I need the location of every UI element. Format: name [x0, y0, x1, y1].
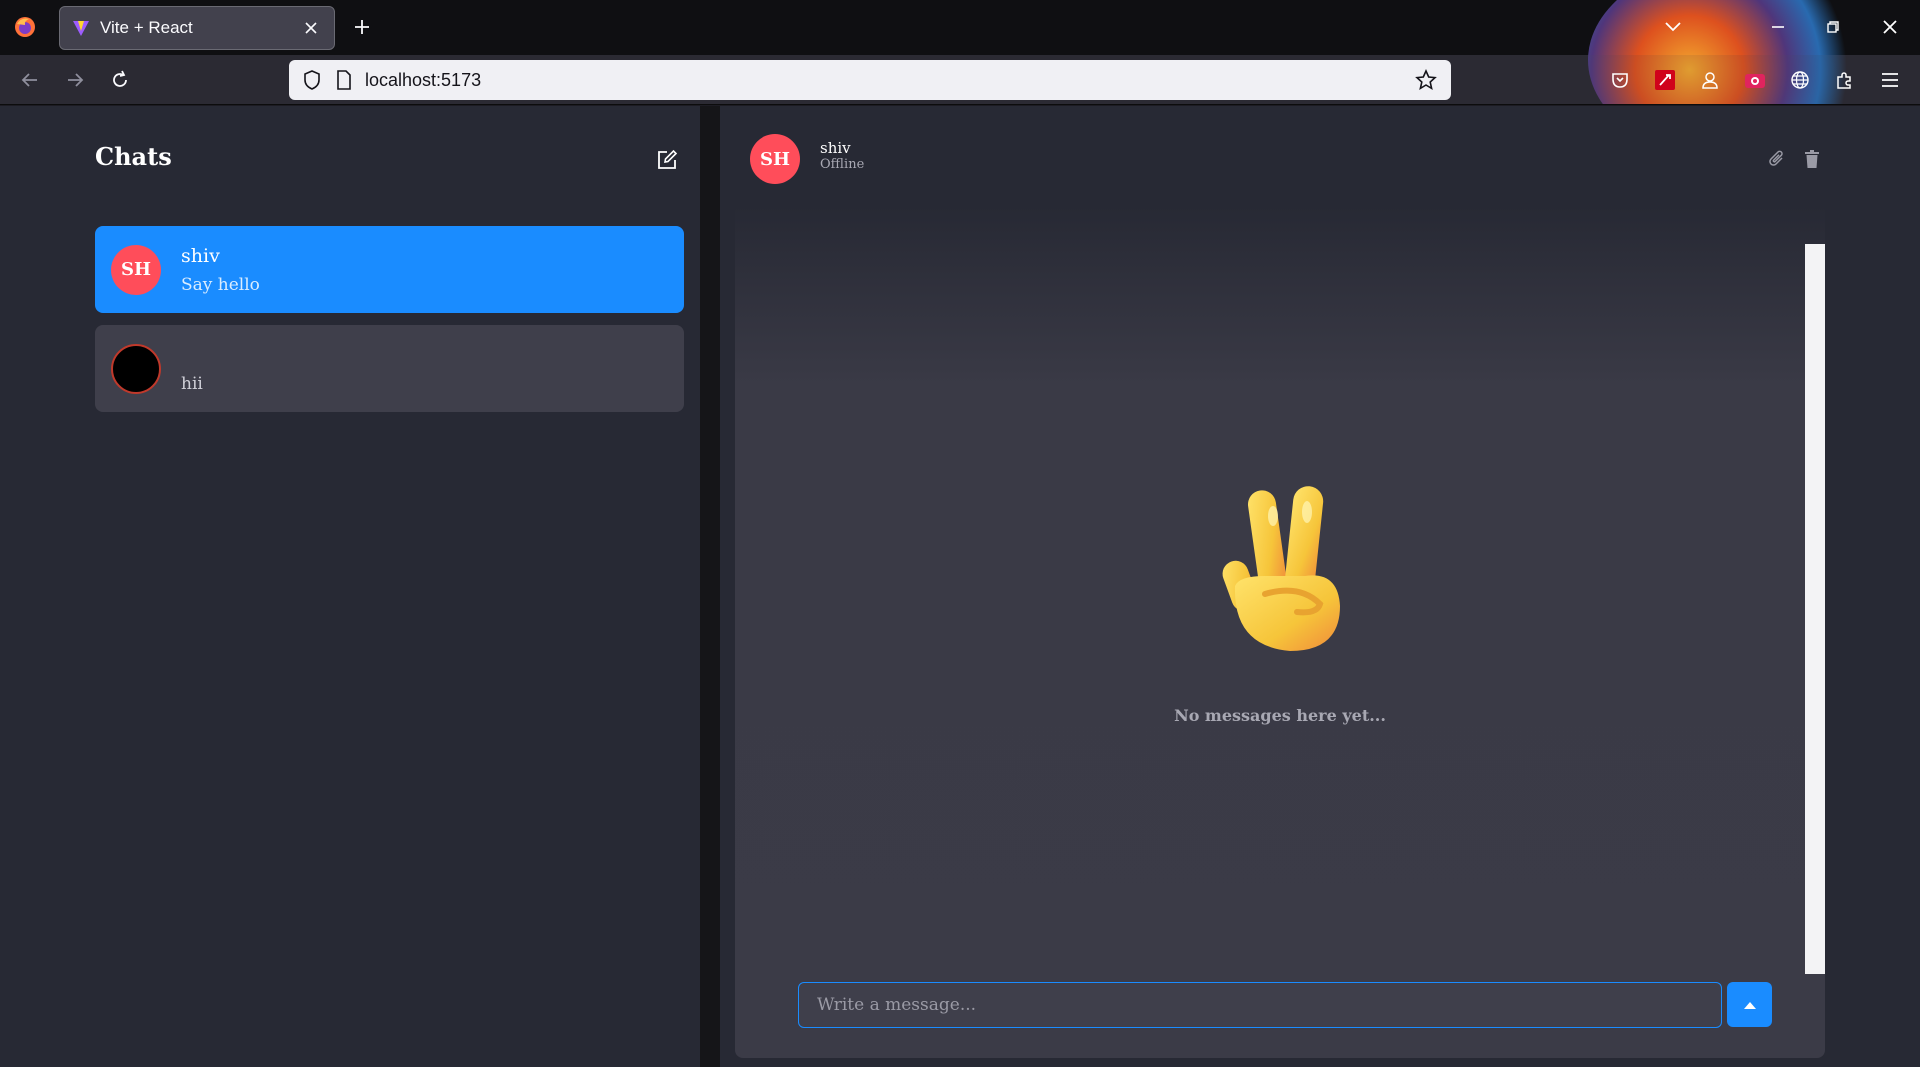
messages-scrollbar[interactable] — [1805, 244, 1825, 974]
screenshot-icon[interactable] — [1742, 67, 1768, 93]
trash-icon[interactable] — [1801, 148, 1823, 170]
panel-divider — [700, 106, 720, 1067]
conversation-panel: SH shiv Offline No messages here yet... … — [735, 106, 1825, 1058]
pocket-icon[interactable] — [1607, 67, 1633, 93]
minimize-button[interactable] — [1760, 12, 1796, 42]
url-text[interactable]: localhost:5173 — [365, 70, 1413, 91]
message-input[interactable] — [798, 982, 1722, 1028]
tab-title: Vite + React — [100, 18, 193, 37]
chats-sidebar: Chats SH shiv Say hello hii — [0, 106, 700, 1067]
page-icon[interactable] — [333, 69, 355, 91]
url-bar[interactable]: localhost:5173 — [289, 60, 1451, 100]
close-tab-icon[interactable] — [300, 17, 322, 39]
empty-state-text: No messages here yet... — [1174, 706, 1386, 725]
contact-status: Offline — [820, 157, 865, 172]
reload-button[interactable] — [104, 64, 136, 96]
list-tabs-chevron-icon[interactable] — [1655, 12, 1691, 42]
new-tab-button[interactable] — [349, 14, 375, 40]
chat-list-item[interactable]: hii — [95, 325, 684, 412]
close-window-button[interactable] — [1872, 12, 1908, 42]
paperclip-icon[interactable] — [1766, 148, 1788, 170]
back-button[interactable] — [14, 64, 46, 96]
account-icon[interactable] — [1697, 67, 1723, 93]
extension-red-icon[interactable] — [1652, 67, 1678, 93]
chat-name — [181, 344, 203, 368]
vite-favicon-icon — [72, 19, 90, 37]
menu-icon[interactable] — [1877, 67, 1903, 93]
contact-name: shiv — [820, 139, 851, 157]
browser-nav-bar: localhost:5173 — [0, 55, 1920, 105]
chat-name: shiv — [181, 244, 220, 267]
caret-up-icon — [1743, 1001, 1756, 1009]
chat-list-item[interactable]: SH shiv Say hello — [95, 226, 684, 313]
victory-hand-emoji — [1205, 476, 1355, 666]
browser-tab-bar: Vite + React — [0, 0, 1920, 55]
puzzle-icon[interactable] — [1832, 67, 1858, 93]
avatar — [111, 343, 161, 394]
avatar: SH — [750, 134, 800, 184]
globe-icon[interactable] — [1787, 67, 1813, 93]
star-icon[interactable] — [1413, 67, 1439, 93]
browser-tab[interactable]: Vite + React — [59, 6, 335, 50]
firefox-logo-icon[interactable] — [12, 14, 38, 40]
avatar: SH — [111, 244, 161, 295]
forward-button[interactable] — [59, 64, 91, 96]
compose-icon[interactable] — [653, 146, 681, 174]
sidebar-title: Chats — [95, 142, 172, 171]
send-button[interactable] — [1727, 982, 1772, 1027]
restore-button[interactable] — [1815, 12, 1851, 42]
chat-preview: hii — [181, 373, 203, 394]
shield-icon[interactable] — [301, 69, 323, 91]
chat-preview: Say hello — [181, 274, 260, 295]
chat-app: Chats SH shiv Say hello hii SH shiv Offl… — [0, 106, 1920, 1067]
